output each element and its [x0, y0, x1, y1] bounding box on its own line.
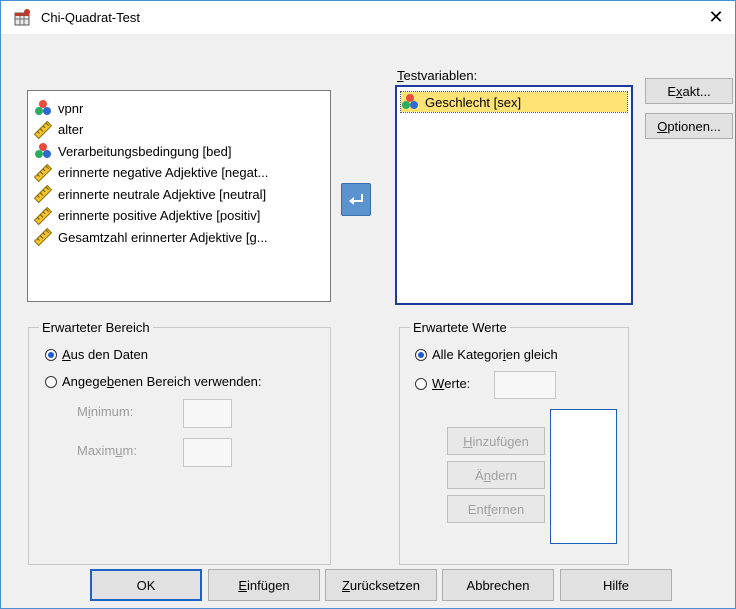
- radio-specified-range[interactable]: Angege b enen Bereich verwenden:: [45, 374, 262, 389]
- scale-icon: [34, 185, 52, 203]
- cancel-button[interactable]: Abbrechen: [442, 569, 554, 601]
- close-icon: ✕: [708, 7, 724, 27]
- remove-button[interactable]: Ent f ernen: [447, 495, 545, 523]
- scale-icon: [34, 163, 52, 182]
- scale-icon: [34, 120, 52, 139]
- title-bar: Chi-Quadrat-Test ✕: [1, 1, 735, 34]
- minimum-label: Minimum:: [77, 404, 134, 419]
- close-button[interactable]: ✕: [703, 5, 729, 29]
- dialog-body: vpnr alter Verarbeitungsbedingung [bed] eri…: [1, 34, 735, 608]
- list-item[interactable]: erinnerte negative Adjektive [negat...: [34, 163, 268, 183]
- dialog-title: Chi-Quadrat-Test: [41, 10, 140, 25]
- list-item-label: Gesamtzahl erinnerter Adjektive [g...: [58, 229, 268, 245]
- test-variables-label: Testvariablen:: [397, 68, 478, 83]
- radio-circle: [415, 377, 427, 390]
- minimum-input[interactable]: [183, 399, 232, 428]
- list-item[interactable]: Geschlecht [sex]: [400, 91, 628, 113]
- list-item-label: Geschlecht [sex]: [425, 94, 522, 110]
- radio-all-categories-equal[interactable]: Alle Kategor i en gleich: [415, 347, 558, 362]
- maximum-input[interactable]: [183, 438, 232, 467]
- radio-from-data[interactable]: Aus den Daten: [45, 347, 148, 362]
- help-button[interactable]: Hilfe: [560, 569, 672, 601]
- list-item-label: erinnerte positive Adjektive [positiv]: [58, 208, 261, 223]
- list-item-label: erinnerte neutrale Adjektive [neutral]: [58, 186, 267, 202]
- list-item[interactable]: erinnerte neutrale Adjektive [neutral]: [34, 184, 266, 204]
- list-item[interactable]: alter: [34, 120, 83, 140]
- list-item[interactable]: erinnerte positive Adjektive [positiv]: [34, 206, 260, 226]
- radio-circle: [415, 348, 427, 361]
- list-item-label: erinnerte negative Adjektive [negat...: [58, 165, 269, 180]
- scale-icon: [34, 206, 52, 225]
- scale-icon: [34, 228, 52, 246]
- values-list[interactable]: [550, 409, 617, 544]
- reset-button[interactable]: Zurücksetzen: [325, 569, 437, 601]
- values-input[interactable]: [494, 371, 556, 399]
- list-item[interactable]: Verarbeitungsbedingung [bed]: [34, 141, 231, 161]
- list-item[interactable]: vpnr: [34, 98, 83, 118]
- nominal-icon: [402, 94, 418, 109]
- nominal-icon: [35, 143, 51, 158]
- nominal-icon: [35, 100, 51, 115]
- options-button[interactable]: Optionen...: [645, 113, 733, 139]
- radio-circle: [45, 375, 57, 388]
- chi-square-dialog: Chi-Quadrat-Test ✕ vpnr alter Verarbeitung…: [0, 0, 736, 609]
- move-variable-button[interactable]: [341, 183, 371, 216]
- ok-button[interactable]: OK: [90, 569, 202, 601]
- expected-values-legend: Erwartete Werte: [413, 320, 507, 335]
- test-variables-list[interactable]: Geschlecht [sex]: [395, 85, 633, 305]
- arrow-left-icon: [349, 193, 363, 205]
- maximum-label: Maximum:: [77, 443, 137, 458]
- exact-button[interactable]: Ex akt...: [645, 78, 733, 104]
- list-item[interactable]: Gesamtzahl erinnerter Adjektive [g...: [34, 227, 268, 247]
- radio-values[interactable]: Werte:: [415, 376, 470, 391]
- list-item-label: alter: [58, 122, 84, 137]
- radio-circle: [45, 348, 57, 361]
- list-item-label: vpnr: [58, 100, 84, 116]
- expected-range-legend: Erwarteter Bereich: [42, 320, 150, 335]
- paste-button[interactable]: Einfügen: [208, 569, 320, 601]
- list-item-label: Verarbeitungsbedingung [bed]: [58, 143, 232, 159]
- add-button[interactable]: Hinzufügen: [447, 427, 545, 455]
- change-button[interactable]: Än dern: [447, 461, 545, 489]
- app-icon: [14, 9, 30, 26]
- source-variable-list[interactable]: vpnr alter Verarbeitungsbedingung [bed] eri…: [27, 90, 331, 302]
